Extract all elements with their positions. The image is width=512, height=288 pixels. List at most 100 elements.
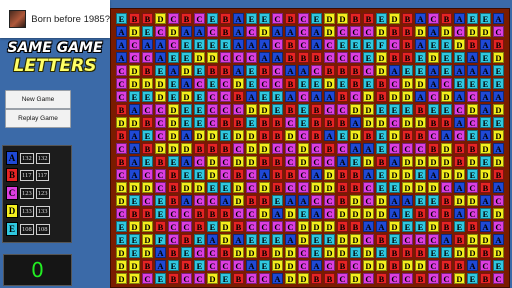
letter-tile[interactable]: E bbox=[141, 25, 154, 38]
letter-tile[interactable]: C bbox=[349, 25, 362, 38]
letter-tile[interactable]: D bbox=[362, 155, 375, 168]
letter-tile[interactable]: C bbox=[141, 103, 154, 116]
letter-tile[interactable]: C bbox=[427, 259, 440, 272]
letter-tile[interactable]: C bbox=[219, 77, 232, 90]
letter-tile[interactable]: E bbox=[180, 38, 193, 51]
letter-tile[interactable]: C bbox=[167, 233, 180, 246]
letter-tile[interactable]: B bbox=[180, 233, 193, 246]
letter-tile[interactable]: C bbox=[154, 116, 167, 129]
letter-tile[interactable]: C bbox=[336, 25, 349, 38]
letter-tile[interactable]: B bbox=[401, 129, 414, 142]
letter-tile[interactable]: B bbox=[323, 142, 336, 155]
letter-tile[interactable]: D bbox=[375, 259, 388, 272]
letter-tile[interactable]: D bbox=[154, 77, 167, 90]
letter-tile[interactable]: E bbox=[414, 168, 427, 181]
letter-tile[interactable]: E bbox=[336, 77, 349, 90]
letter-tile[interactable]: E bbox=[310, 246, 323, 259]
letter-tile[interactable]: C bbox=[297, 25, 310, 38]
letter-tile[interactable]: B bbox=[336, 90, 349, 103]
letter-tile[interactable]: A bbox=[271, 51, 284, 64]
letter-tile[interactable]: E bbox=[362, 51, 375, 64]
letter-tile[interactable]: E bbox=[492, 77, 505, 90]
letter-tile[interactable]: E bbox=[128, 194, 141, 207]
letter-tile[interactable]: D bbox=[232, 194, 245, 207]
letter-tile[interactable]: D bbox=[388, 90, 401, 103]
letter-tile[interactable]: E bbox=[479, 51, 492, 64]
letter-tile[interactable]: B bbox=[427, 116, 440, 129]
letter-tile[interactable]: C bbox=[362, 194, 375, 207]
letter-tile[interactable]: D bbox=[284, 129, 297, 142]
letter-tile[interactable]: E bbox=[245, 233, 258, 246]
letter-tile[interactable]: A bbox=[154, 259, 167, 272]
letter-tile[interactable]: E bbox=[466, 77, 479, 90]
letter-tile[interactable]: D bbox=[284, 246, 297, 259]
letter-tile[interactable]: B bbox=[297, 51, 310, 64]
letter-tile[interactable]: D bbox=[245, 155, 258, 168]
letter-tile[interactable]: E bbox=[271, 194, 284, 207]
letter-tile[interactable]: A bbox=[310, 38, 323, 51]
letter-tile[interactable]: E bbox=[479, 77, 492, 90]
letter-tile[interactable]: E bbox=[336, 129, 349, 142]
letter-tile[interactable]: E bbox=[193, 259, 206, 272]
letter-tile[interactable]: A bbox=[492, 142, 505, 155]
letter-tile[interactable]: E bbox=[193, 90, 206, 103]
letter-tile[interactable]: C bbox=[323, 51, 336, 64]
letter-tile[interactable]: E bbox=[388, 233, 401, 246]
letter-tile[interactable]: C bbox=[479, 259, 492, 272]
letter-tile[interactable]: D bbox=[401, 116, 414, 129]
letter-tile[interactable]: C bbox=[167, 38, 180, 51]
letter-tile[interactable]: C bbox=[206, 25, 219, 38]
letter-tile[interactable]: C bbox=[141, 272, 154, 285]
letter-tile[interactable]: D bbox=[193, 51, 206, 64]
letter-tile[interactable]: B bbox=[128, 12, 141, 25]
letter-tile[interactable]: A bbox=[245, 38, 258, 51]
letter-tile[interactable]: E bbox=[219, 181, 232, 194]
letter-tile[interactable]: A bbox=[115, 51, 128, 64]
letter-tile[interactable]: B bbox=[232, 90, 245, 103]
letter-tile[interactable]: D bbox=[336, 246, 349, 259]
letter-tile[interactable]: E bbox=[375, 142, 388, 155]
letter-tile[interactable]: D bbox=[115, 272, 128, 285]
letter-tile[interactable]: B bbox=[258, 194, 271, 207]
letter-tile[interactable]: A bbox=[284, 90, 297, 103]
letter-tile[interactable]: A bbox=[115, 25, 128, 38]
letter-tile[interactable]: C bbox=[141, 51, 154, 64]
letter-tile[interactable]: E bbox=[141, 155, 154, 168]
letter-tile[interactable]: C bbox=[440, 181, 453, 194]
letter-tile[interactable]: C bbox=[219, 103, 232, 116]
letter-tile[interactable]: D bbox=[180, 90, 193, 103]
letter-tile[interactable]: E bbox=[440, 64, 453, 77]
letter-tile[interactable]: C bbox=[323, 103, 336, 116]
letter-tile[interactable]: C bbox=[388, 116, 401, 129]
letter-tile[interactable]: C bbox=[193, 155, 206, 168]
letter-tile[interactable]: B bbox=[453, 259, 466, 272]
letter-tile[interactable]: D bbox=[401, 259, 414, 272]
letter-tile[interactable]: C bbox=[401, 142, 414, 155]
letter-tile[interactable]: D bbox=[141, 220, 154, 233]
letter-tile[interactable]: C bbox=[245, 51, 258, 64]
letter-tile[interactable]: E bbox=[258, 233, 271, 246]
letter-tile[interactable]: B bbox=[440, 194, 453, 207]
letter-tile[interactable]: A bbox=[479, 64, 492, 77]
letter-tile[interactable]: E bbox=[492, 116, 505, 129]
letter-tile[interactable]: D bbox=[453, 194, 466, 207]
letter-tile[interactable]: D bbox=[336, 207, 349, 220]
letter-tile[interactable]: E bbox=[154, 64, 167, 77]
letter-tile[interactable]: A bbox=[154, 51, 167, 64]
letter-tile[interactable]: C bbox=[232, 103, 245, 116]
letter-tile[interactable]: D bbox=[466, 246, 479, 259]
letter-tile[interactable]: D bbox=[180, 64, 193, 77]
letter-tile[interactable]: D bbox=[167, 103, 180, 116]
letter-tile[interactable]: D bbox=[414, 181, 427, 194]
letter-tile[interactable]: C bbox=[401, 272, 414, 285]
letter-tile[interactable]: E bbox=[245, 64, 258, 77]
letter-tile[interactable]: A bbox=[440, 129, 453, 142]
letter-tile[interactable]: D bbox=[284, 259, 297, 272]
letter-tile[interactable]: E bbox=[375, 168, 388, 181]
letter-tile[interactable]: B bbox=[310, 129, 323, 142]
letter-tile[interactable]: A bbox=[128, 103, 141, 116]
letter-tile[interactable]: A bbox=[180, 194, 193, 207]
letter-tile[interactable]: E bbox=[466, 129, 479, 142]
letter-tile[interactable]: E bbox=[401, 220, 414, 233]
letter-tile[interactable]: D bbox=[349, 129, 362, 142]
